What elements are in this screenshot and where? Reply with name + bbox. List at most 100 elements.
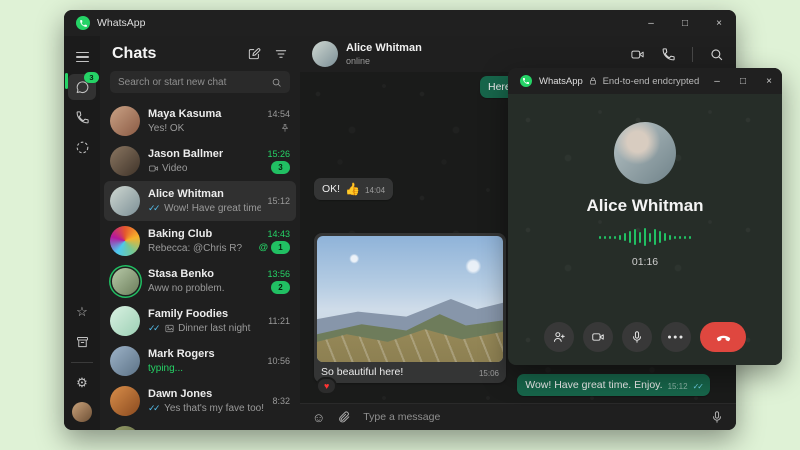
- mute-button[interactable]: [622, 322, 652, 352]
- whatsapp-logo-icon: [76, 16, 90, 30]
- archive-icon: [75, 335, 90, 350]
- search-placeholder: Search or start new chat: [118, 77, 226, 88]
- attach-icon[interactable]: [337, 410, 351, 424]
- search-in-chat-button[interactable]: [709, 47, 724, 62]
- maximize-button[interactable]: □: [730, 68, 756, 94]
- video-call-button[interactable]: [630, 47, 645, 62]
- read-ticks-icon: ✓✓: [148, 203, 158, 214]
- call-window-title: WhatsApp: [539, 76, 583, 87]
- nav-settings-button[interactable]: ⚙: [68, 370, 96, 396]
- window-title: WhatsApp: [97, 17, 145, 29]
- chat-list-item-ziggy[interactable]: Ziggy Wandley 9:12: [104, 421, 296, 430]
- avatar-with-status-ring: [112, 268, 139, 295]
- photo-icon: [164, 323, 175, 334]
- message-photo[interactable]: So beautiful here! 15:06 ♥: [314, 233, 506, 383]
- chat-list-item-alice[interactable]: Alice Whitman ✓✓Wow! Have great time. En…: [104, 181, 296, 221]
- chat-preview: Video: [162, 163, 187, 174]
- profile-avatar[interactable]: [72, 402, 92, 422]
- contact-avatar[interactable]: [312, 41, 338, 67]
- chat-list: Maya Kasuma Yes! OK 14:54 Jason Ballmer …: [100, 101, 300, 430]
- unread-badge: 2: [271, 281, 290, 294]
- chat-name: Maya Kasuma: [148, 108, 261, 120]
- chats-title: Chats: [112, 45, 156, 63]
- nav-starred-button[interactable]: ☆: [68, 299, 96, 325]
- chat-list-item-jason[interactable]: Jason Ballmer Video 15:26 3: [104, 141, 296, 181]
- message-time: 15:06: [479, 369, 499, 378]
- chat-name: Dawn Jones: [148, 388, 266, 400]
- window-controls: – □ ×: [634, 10, 736, 36]
- chat-name: Baking Club: [148, 228, 253, 240]
- more-options-button[interactable]: ●●●: [661, 322, 691, 352]
- message-input[interactable]: Type a message: [363, 411, 698, 423]
- lock-icon: [588, 76, 598, 86]
- status-circle-icon: [75, 140, 90, 155]
- avatar: [110, 386, 140, 416]
- chat-preview: Dinner last night: [178, 323, 250, 334]
- maximize-button[interactable]: □: [668, 10, 702, 36]
- nav-status-button[interactable]: [68, 134, 96, 160]
- menu-button[interactable]: [68, 44, 96, 70]
- header-divider: [692, 47, 693, 62]
- new-chat-icon[interactable]: [247, 47, 261, 61]
- star-icon: ☆: [76, 304, 88, 320]
- chat-time: 14:54: [267, 109, 290, 119]
- chat-list-item-mark[interactable]: Mark Rogers typing... 10:56: [104, 341, 296, 381]
- nav-archived-button[interactable]: [68, 329, 96, 355]
- chat-time: 15:26: [267, 149, 290, 159]
- unread-badge: 3: [271, 161, 290, 174]
- minimize-button[interactable]: –: [634, 10, 668, 36]
- avatar: [110, 346, 140, 376]
- message-ok[interactable]: OK! 👍 14:04: [314, 178, 393, 200]
- add-participant-button[interactable]: [544, 322, 574, 352]
- chat-name: Mark Rogers: [148, 348, 261, 360]
- chat-time: 15:12: [267, 196, 290, 206]
- end-call-button[interactable]: [700, 322, 746, 352]
- close-button[interactable]: ×: [756, 68, 782, 94]
- more-dots-icon: ●●●: [667, 334, 684, 341]
- chat-time: 14:43: [267, 229, 290, 239]
- pin-icon: [280, 123, 290, 133]
- nav-calls-button[interactable]: [68, 104, 96, 130]
- voice-call-button[interactable]: [661, 47, 676, 62]
- heart-reaction-badge[interactable]: ♥: [316, 377, 337, 395]
- avatar: [110, 426, 140, 430]
- photo-thumbnail[interactable]: [317, 236, 503, 362]
- avatar: [110, 106, 140, 136]
- search-icon: [271, 77, 282, 88]
- contact-name: Alice Whitman: [346, 42, 422, 55]
- toggle-video-button[interactable]: [583, 322, 613, 352]
- chat-time: 13:56: [267, 269, 290, 279]
- chat-name: Family Foodies: [148, 308, 262, 320]
- search-input[interactable]: Search or start new chat: [110, 71, 290, 93]
- unread-badge: 1: [271, 241, 290, 254]
- conversation-header[interactable]: Alice Whitman online: [300, 36, 736, 72]
- chat-list-item-family-foodies[interactable]: Family Foodies ✓✓Dinner last night 11:21: [104, 301, 296, 341]
- message-time: 15:12: [668, 382, 688, 391]
- call-contact-avatar: [614, 122, 676, 184]
- main-titlebar[interactable]: WhatsApp – □ ×: [64, 10, 736, 36]
- end-call-icon: [715, 329, 732, 346]
- read-ticks-icon: ✓✓: [693, 382, 702, 391]
- chat-list-item-stasa[interactable]: Stasa Benko Aww no problem. 13:56 2: [104, 261, 296, 301]
- avatar: [110, 226, 140, 256]
- call-titlebar[interactable]: WhatsApp End-to-end endcrypted – □ ×: [508, 68, 782, 94]
- chat-list-item-dawn[interactable]: Dawn Jones ✓✓Yes that's my fave too! 8:3…: [104, 381, 296, 421]
- nav-chats-button[interactable]: 3: [68, 74, 96, 100]
- video-icon: [148, 163, 159, 174]
- close-button[interactable]: ×: [702, 10, 736, 36]
- read-ticks-icon: ✓✓: [148, 403, 158, 414]
- chat-list-item-baking-club[interactable]: Baking Club Rebecca: @Chris R? 14:43 @1: [104, 221, 296, 261]
- minimize-button[interactable]: –: [704, 68, 730, 94]
- nav-divider: [71, 362, 93, 363]
- chat-list-item-maya[interactable]: Maya Kasuma Yes! OK 14:54: [104, 101, 296, 141]
- message-outgoing-bottom[interactable]: Wow! Have great time. Enjoy. 15:12 ✓✓: [517, 374, 710, 396]
- contact-status: online: [346, 56, 422, 66]
- typing-indicator: typing...: [148, 363, 183, 374]
- hamburger-icon: [76, 52, 89, 63]
- filter-icon[interactable]: [274, 47, 288, 61]
- photo-foreground: [317, 236, 503, 362]
- voice-record-button[interactable]: [710, 410, 724, 424]
- emoji-picker-button[interactable]: ☺: [312, 411, 325, 424]
- chat-time: 8:32: [272, 396, 290, 406]
- mention-icon: @: [259, 242, 268, 253]
